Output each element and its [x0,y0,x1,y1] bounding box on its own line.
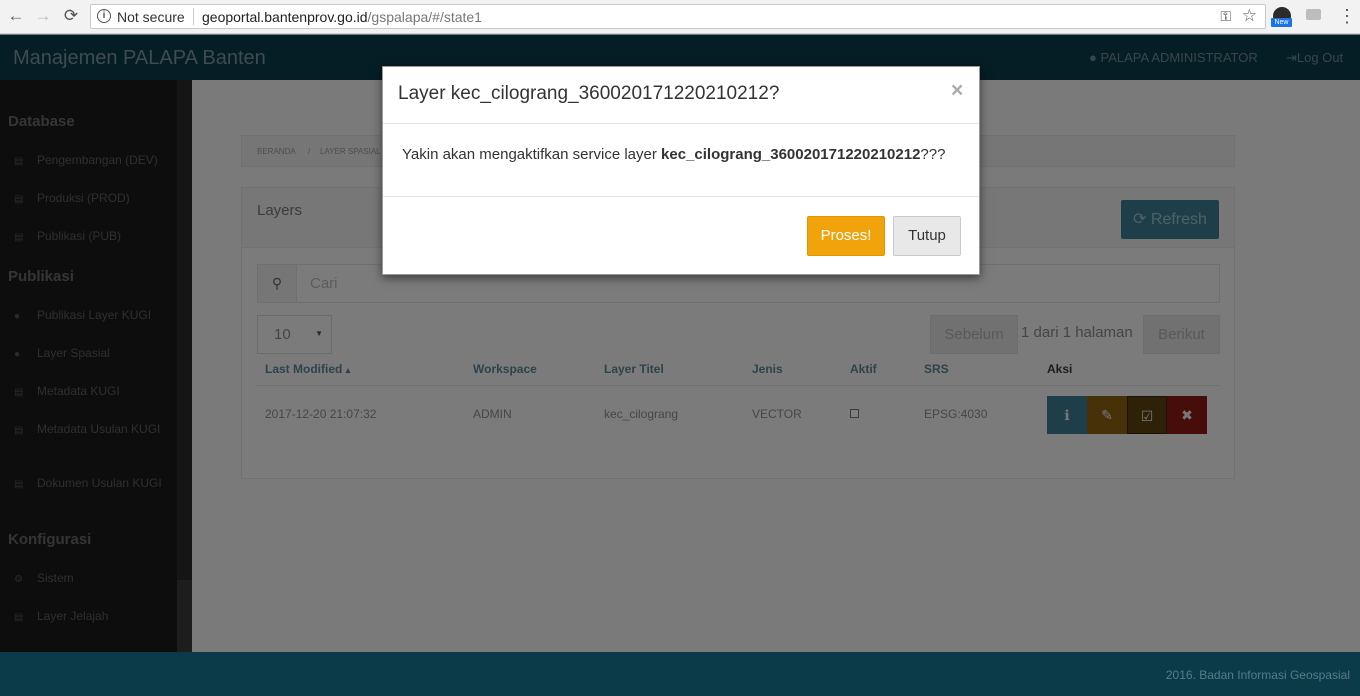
message-suffix: ??? [920,146,946,163]
message-prefix: Yakin akan mengaktifkan service layer [402,146,657,163]
footer-text: 2016. Badan Informasi Geospasial [1165,668,1350,682]
app-footer: 2016. Badan Informasi Geospasial [0,652,1360,696]
star-icon[interactable]: ☆ [1242,6,1257,26]
close-icon[interactable]: × [951,79,963,103]
confirm-dialog: Layer kec_cilograng_360020171220210212? … [382,66,980,275]
message-layer-name: kec_cilograng_360020171220210212 [661,146,921,163]
new-badge: New [1271,18,1292,27]
reload-icon[interactable]: ⟳ [61,6,81,26]
extension-icon[interactable]: New [1271,7,1292,27]
divider [193,8,194,25]
dialog-message: Yakin akan mengaktifkan service layer ke… [402,146,945,163]
key-icon[interactable]: ⚿ [1220,8,1231,25]
menu-dots-icon[interactable]: ⋮ [1338,6,1356,26]
back-icon[interactable]: ← [6,6,26,26]
dialog-divider [383,123,979,124]
url-text[interactable]: geoportal.bantenprov.go.id/gspalapa/#/st… [202,9,482,25]
proses-button[interactable]: Proses! [807,216,885,256]
url-path: /gspalapa/#/state1 [367,9,482,25]
dialog-title: Layer kec_cilograng_360020171220210212? [398,83,780,104]
security-label: Not secure [117,9,185,25]
dialog-divider [383,196,979,197]
address-bar[interactable]: i Not secure geoportal.bantenprov.go.id/… [90,4,1266,29]
url-host: geoportal.bantenprov.go.id [202,9,368,25]
info-icon[interactable]: i [97,9,111,23]
browser-toolbar: ← → ⟳ i Not secure geoportal.bantenprov.… [0,0,1360,34]
tutup-button[interactable]: Tutup [893,216,961,256]
extension-gray-icon[interactable] [1306,9,1321,20]
forward-icon[interactable]: → [33,6,53,26]
